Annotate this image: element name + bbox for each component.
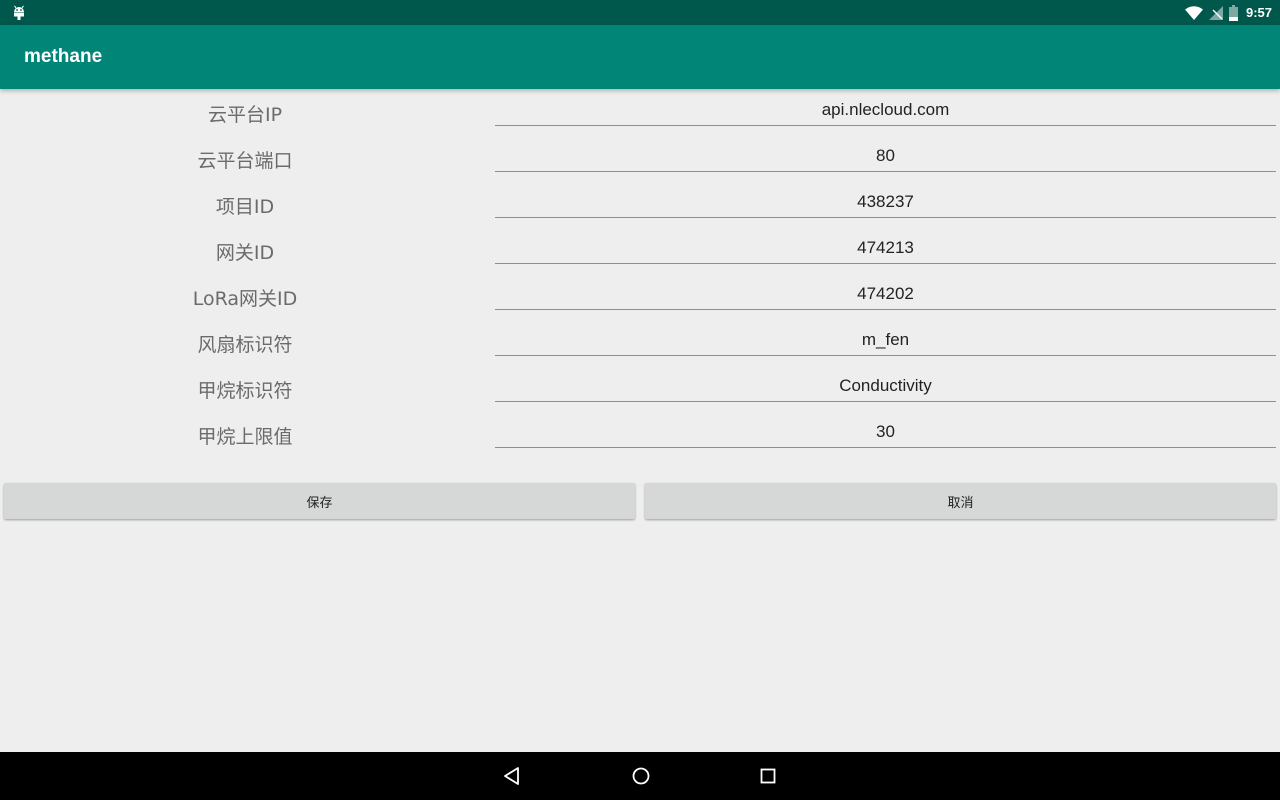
cloud-ip-label: 云平台IP — [207, 104, 283, 126]
status-time: 9:57 — [1245, 5, 1272, 20]
fan-identifier-input[interactable] — [495, 324, 1276, 356]
wifi-icon — [1184, 5, 1203, 20]
lora-gateway-id-input[interactable] — [495, 278, 1276, 310]
project-id-label: 项目ID — [215, 196, 275, 218]
form-row-lora-gateway-id: LoRa网关ID — [0, 274, 1280, 320]
project-id-input[interactable] — [495, 186, 1276, 218]
back-icon[interactable] — [502, 766, 522, 786]
cancel-button[interactable]: 取消 — [645, 483, 1276, 519]
recent-apps-icon[interactable] — [758, 766, 778, 786]
lora-gateway-id-label: LoRa网关ID — [192, 288, 298, 310]
app-title: methane — [24, 46, 103, 67]
battery-icon — [1228, 4, 1238, 21]
cloud-port-label: 云平台端口 — [197, 150, 293, 172]
cloud-ip-input[interactable] — [495, 94, 1276, 126]
gateway-id-label: 网关ID — [215, 242, 275, 264]
form-row-project-id: 项目ID — [0, 182, 1280, 228]
settings-form: 云平台IP 云平台端口 项目ID 网关ID LoRa网关ID 风扇标识符 甲烷标… — [0, 90, 1280, 458]
no-signal-icon — [1208, 5, 1223, 20]
button-bar: 保存 取消 — [0, 483, 1280, 521]
cloud-port-input[interactable] — [495, 140, 1276, 172]
status-bar: 9:57 — [0, 0, 1280, 25]
methane-upper-limit-label: 甲烷上限值 — [197, 426, 293, 448]
save-button[interactable]: 保存 — [4, 483, 635, 519]
home-icon[interactable] — [631, 766, 651, 786]
form-row-methane-identifier: 甲烷标识符 — [0, 366, 1280, 412]
form-row-cloud-port: 云平台端口 — [0, 136, 1280, 182]
form-row-cloud-ip: 云平台IP — [0, 90, 1280, 136]
methane-identifier-input[interactable] — [495, 370, 1276, 402]
form-row-fan-identifier: 风扇标识符 — [0, 320, 1280, 366]
app-bar: methane — [0, 25, 1280, 89]
android-debug-icon — [14, 5, 24, 20]
methane-upper-limit-input[interactable] — [495, 416, 1276, 448]
methane-identifier-label: 甲烷标识符 — [197, 380, 293, 402]
fan-identifier-label: 风扇标识符 — [197, 334, 293, 356]
navigation-bar — [0, 752, 1280, 800]
form-row-gateway-id: 网关ID — [0, 228, 1280, 274]
gateway-id-input[interactable] — [495, 232, 1276, 264]
form-row-methane-upper-limit: 甲烷上限值 — [0, 412, 1280, 458]
